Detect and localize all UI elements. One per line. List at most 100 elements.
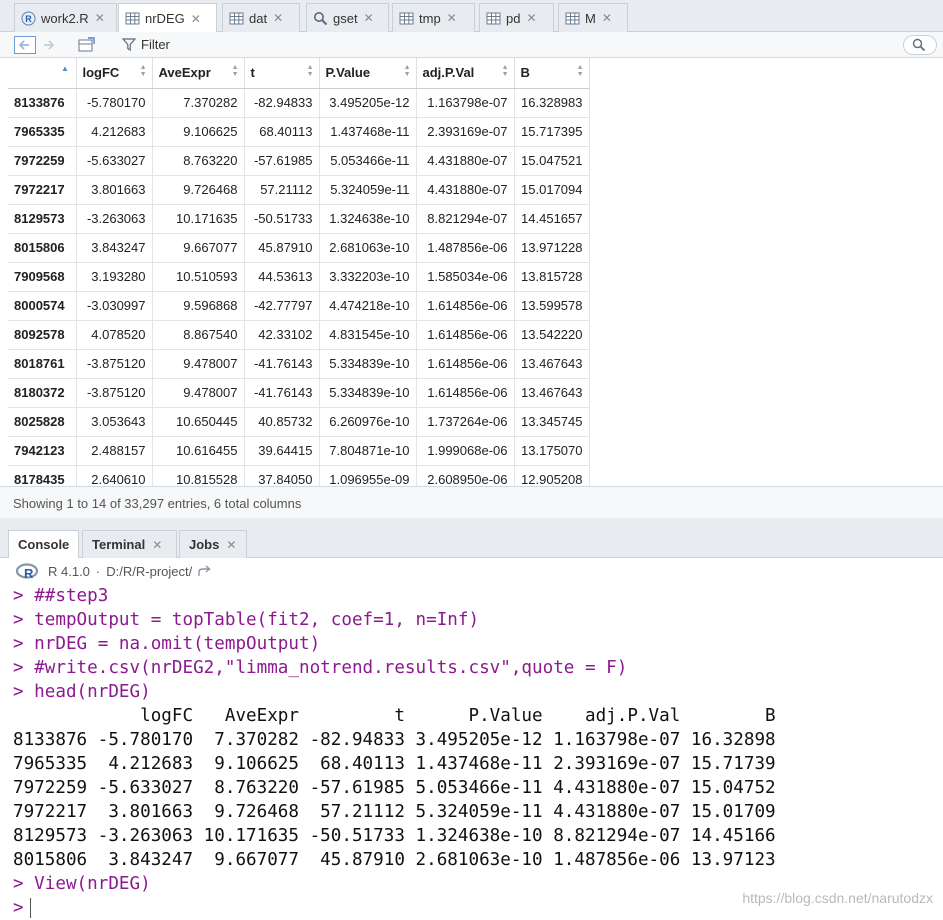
row-name-cell: 7942123 (8, 436, 77, 466)
tab-gset[interactable]: gset ✕ (306, 3, 389, 32)
console-output-line: 7972259 -5.633027 8.763220 -57.61985 5.0… (13, 778, 776, 798)
tab-label: gset (333, 10, 358, 26)
table-row[interactable]: 8025828 3.053643 10.650445 40.85732 6.260976… (8, 407, 590, 437)
info-separator: · (95, 563, 101, 579)
tab-tmp[interactable]: tmp ✕ (392, 3, 475, 32)
table-row[interactable]: 7909568 3.193280 10.510593 44.53613 3.332203… (8, 262, 590, 292)
table-cell: 13.467643 (514, 378, 590, 408)
table-cell: 37.84050 (244, 465, 320, 486)
table-icon (399, 12, 414, 24)
tab-label: tmp (419, 10, 441, 26)
close-icon[interactable]: ✕ (602, 11, 612, 25)
table-row[interactable]: 8000574 -3.030997 9.596868 -42.77797 4.47421… (8, 291, 590, 321)
table-cell: 8.867540 (152, 320, 245, 350)
console-output-line: logFC AveExpr t P.Value adj.P.Val B (13, 706, 776, 726)
table-cell: 3.053643 (76, 407, 153, 437)
svg-text:R: R (25, 14, 32, 24)
console-output-line: 7972217 3.801663 9.726468 57.21112 5.324… (13, 802, 776, 822)
table-row[interactable]: 8133876 -5.780170 7.370282 -82.94833 3.49520… (8, 88, 590, 118)
tab-label: pd (506, 10, 521, 26)
text-cursor (29, 898, 31, 918)
back-arrow-icon[interactable] (14, 36, 36, 54)
working-directory: D:/R/R-project/ (106, 563, 193, 579)
tab-jobs[interactable]: Jobs ✕ (179, 530, 247, 558)
column-header-t[interactable]: t ▲ ▼ (244, 58, 320, 89)
table-cell: 13.971228 (514, 233, 590, 263)
status-bar: Showing 1 to 14 of 33,297 entries, 6 tot… (0, 486, 943, 518)
table-row[interactable]: 8180372 -3.875120 9.478007 -41.76143 5.33483… (8, 378, 590, 408)
table-cell: 12.905208 (514, 465, 590, 486)
console-input-line: > #write.csv(nrDEG2,"limma_notrend.resul… (13, 658, 628, 678)
column-header-pvalue[interactable]: P.Value ▲ ▼ (319, 58, 417, 89)
header-row: ▲ logFC ▲ ▼ AveExpr ▲ ▼ t ▲ ▼ P.Value ▲ ▼ adj.P.… (8, 58, 590, 89)
tab-pd[interactable]: pd ✕ (479, 3, 554, 32)
table-cell: 4.431880e-07 (416, 146, 515, 176)
filter-button[interactable]: Filter (122, 37, 170, 52)
close-icon[interactable]: ✕ (152, 538, 162, 552)
table-row[interactable]: 7972217 3.801663 9.726468 57.21112 5.324059e… (8, 175, 590, 205)
magnifier-icon (314, 11, 328, 25)
table-cell: 14.451657 (514, 204, 590, 234)
table-cell: 5.053466e-11 (319, 146, 417, 176)
tab-nrdeg[interactable]: nrDEG ✕ (118, 3, 217, 33)
tab-label: Console (18, 537, 70, 552)
table-cell: 1.163798e-07 (416, 88, 515, 118)
close-icon[interactable]: ✕ (273, 11, 283, 25)
table-row[interactable]: 8129573 -3.263063 10.171635 -50.51733 1.3246… (8, 204, 590, 234)
close-icon[interactable]: ✕ (526, 11, 536, 25)
table-cell: 2.488157 (76, 436, 153, 466)
tab-console[interactable]: Console (8, 530, 79, 558)
table-row[interactable]: 8178435 2.640610 10.815528 37.84050 1.096955… (8, 465, 590, 486)
tab-label: dat (249, 10, 268, 26)
tab-terminal[interactable]: Terminal ✕ (82, 530, 177, 558)
search-box[interactable] (903, 35, 937, 55)
close-icon[interactable]: ✕ (447, 11, 457, 25)
table-row[interactable]: 7965335 4.212683 9.106625 68.40113 1.437468e… (8, 117, 590, 147)
forward-arrow-icon[interactable] (38, 36, 60, 54)
table-cell: 4.831545e-10 (319, 320, 417, 350)
column-header-aveexpr[interactable]: AveExpr ▲ ▼ (152, 58, 245, 89)
table-icon (486, 12, 501, 24)
go-to-directory-icon[interactable] (197, 564, 213, 578)
pane-divider[interactable] (0, 518, 943, 528)
row-name-cell: 8025828 (8, 407, 77, 437)
table-row[interactable]: 8015806 3.843247 9.667077 45.87910 2.681063e… (8, 233, 590, 263)
table-row[interactable]: 8092578 4.078520 8.867540 42.33102 4.831545e… (8, 320, 590, 350)
table-cell: 13.175070 (514, 436, 590, 466)
table-cell: 2.640610 (76, 465, 153, 486)
table-row[interactable]: 7972259 -5.633027 8.763220 -57.61985 5.05346… (8, 146, 590, 176)
data-grid[interactable]: ▲ logFC ▲ ▼ AveExpr ▲ ▼ t ▲ ▼ P.Value ▲ ▼ adj.P.… (8, 58, 943, 486)
row-name-cell: 7909568 (8, 262, 77, 292)
popout-icon[interactable] (76, 36, 98, 54)
tab-work2-r[interactable]: R work2.R ✕ (14, 3, 117, 32)
table-row[interactable]: 7942123 2.488157 10.616455 39.64415 7.804871… (8, 436, 590, 466)
table-cell: 10.616455 (152, 436, 245, 466)
column-header-b[interactable]: B ▲ ▼ (514, 58, 590, 89)
tab-m[interactable]: M ✕ (558, 3, 628, 32)
close-icon[interactable]: ✕ (191, 12, 201, 26)
tab-label: Jobs (189, 537, 220, 552)
close-icon[interactable]: ✕ (226, 538, 236, 552)
close-icon[interactable]: ✕ (95, 11, 105, 25)
table-cell: 1.096955e-09 (319, 465, 417, 486)
table-cell: 13.542220 (514, 320, 590, 350)
sort-icon: ▲ ▼ (576, 64, 584, 78)
table-row[interactable]: 8018761 -3.875120 9.478007 -41.76143 5.33483… (8, 349, 590, 379)
table-cell: 5.334839e-10 (319, 349, 417, 379)
column-header-rownames[interactable]: ▲ (8, 58, 77, 89)
table-cell: 13.467643 (514, 349, 590, 379)
viewer-toolbar: Filter (0, 32, 943, 58)
watermark: https://blog.csdn.net/narutodzx (742, 890, 933, 906)
table-cell: 13.345745 (514, 407, 590, 437)
column-header-logfc[interactable]: logFC ▲ ▼ (76, 58, 153, 89)
column-header-adjpval[interactable]: adj.P.Val ▲ ▼ (416, 58, 515, 89)
table-cell: 3.801663 (76, 175, 153, 205)
close-icon[interactable]: ✕ (364, 11, 374, 25)
table-cell: -5.780170 (76, 88, 153, 118)
table-cell: 7.370282 (152, 88, 245, 118)
console-output[interactable]: > ##step3 > tempOutput = topTable(fit2, c… (0, 584, 943, 918)
table-cell: 3.843247 (76, 233, 153, 263)
table-cell: 9.478007 (152, 378, 245, 408)
tab-dat[interactable]: dat ✕ (222, 3, 300, 32)
table-cell: 1.999068e-06 (416, 436, 515, 466)
